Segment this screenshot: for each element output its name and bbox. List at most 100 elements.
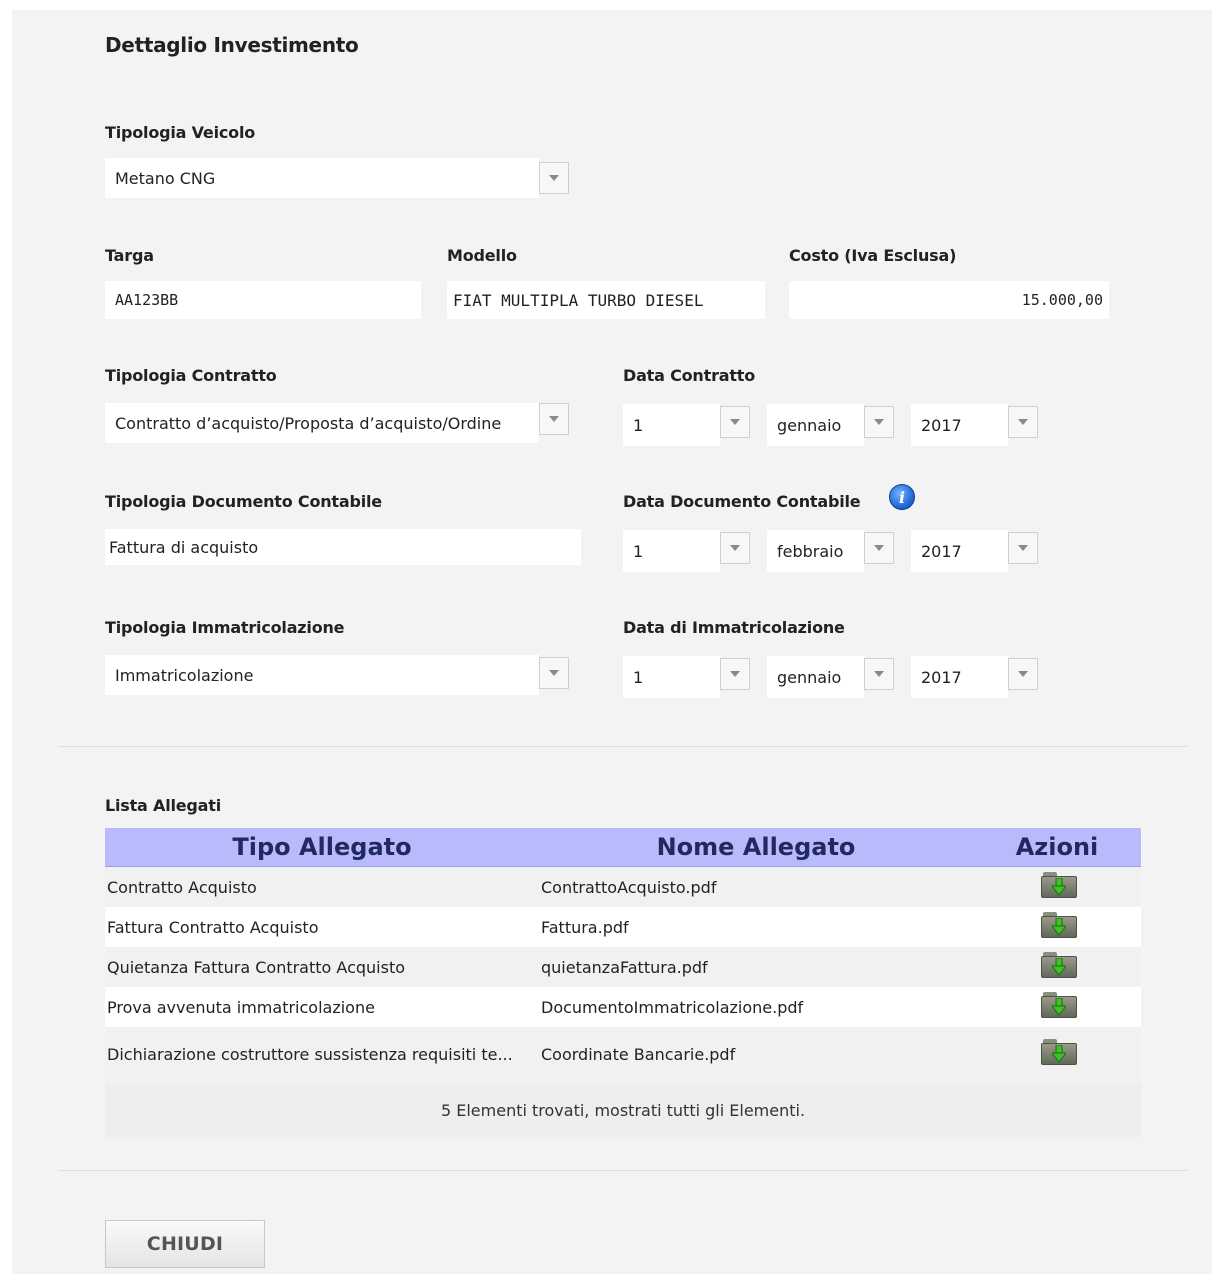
contract-type-dropdown-button[interactable] [539,403,569,435]
attachment-actions [973,1027,1141,1083]
contract-type-value: Contratto d’acquisto/Proposta d’acquisto… [115,413,502,433]
download-icon[interactable] [1041,912,1077,938]
attachments-count-note: 5 Elementi trovati, mostrati tutti gli E… [105,1083,1141,1137]
cost-value: 15.000,00 [1021,291,1103,309]
model-label: Modello [447,246,517,265]
contract-month-dropdown-button[interactable] [864,406,894,438]
cost-label: Costo (Iva Esclusa) [789,246,957,265]
attachment-actions [973,866,1141,907]
chevron-down-icon [730,545,740,551]
registration-month-dropdown-button[interactable] [864,658,894,690]
attachment-type: Dichiarazione costruttore sussistenza re… [105,1027,539,1083]
download-icon[interactable] [1041,992,1077,1018]
download-icon[interactable] [1041,872,1077,898]
attachment-type: Prova avvenuta immatricolazione [105,987,539,1027]
doc-type-value: Fattura di acquisto [109,537,259,557]
attachments-title: Lista Allegati [105,796,222,815]
chevron-down-icon [549,670,559,676]
attachment-actions [973,907,1141,947]
doc-date-label: Data Documento Contabile [623,492,861,511]
chevron-down-icon [874,419,884,425]
chevron-down-icon [1018,671,1028,677]
table-row: Quietanza Fattura Contratto Acquisto qui… [105,947,1141,987]
header-tipo-allegato[interactable]: Tipo Allegato [105,828,539,867]
contract-month-value: gennaio [777,415,842,435]
attachment-name: Fattura.pdf [539,907,973,947]
contract-year-value: 2017 [921,415,962,435]
attachment-name: DocumentoImmatricolazione.pdf [539,987,973,1027]
chevron-down-icon [730,671,740,677]
registration-day-value: 1 [633,667,644,687]
chevron-down-icon [874,545,884,551]
vehicle-type-select[interactable]: Metano CNG [105,158,539,198]
registration-year-dropdown-button[interactable] [1008,658,1038,690]
doc-year-value: 2017 [921,541,962,561]
registration-year-select[interactable]: 2017 [911,656,1008,698]
chevron-down-icon [549,416,559,422]
contract-date-label: Data Contratto [623,366,756,385]
section-divider [58,746,1188,747]
registration-year-value: 2017 [921,667,962,687]
doc-year-dropdown-button[interactable] [1008,532,1038,564]
download-icon[interactable] [1041,1038,1077,1065]
registration-day-dropdown-button[interactable] [720,658,750,690]
contract-year-dropdown-button[interactable] [1008,406,1038,438]
registration-date-label: Data di Immatricolazione [623,618,845,637]
attachment-type: Quietanza Fattura Contratto Acquisto [105,947,539,987]
model-value: FIAT MULTIPLA TURBO DIESEL [453,290,704,310]
doc-day-value: 1 [633,541,644,561]
page-title: Dettaglio Investimento [105,33,359,57]
doc-day-select[interactable]: 1 [623,530,720,572]
cost-field[interactable]: 15.000,00 [789,281,1109,319]
table-row: Prova avvenuta immatricolazione Document… [105,987,1141,1027]
table-row: Fattura Contratto Acquisto Fattura.pdf [105,907,1141,947]
plate-value: AA123BB [115,291,179,309]
contract-type-label: Tipologia Contratto [105,366,277,385]
vehicle-type-value: Metano CNG [115,168,216,188]
chevron-down-icon [549,175,559,181]
model-field[interactable]: FIAT MULTIPLA TURBO DIESEL [447,281,765,319]
contract-year-select[interactable]: 2017 [911,404,1008,446]
vehicle-type-dropdown-button[interactable] [539,162,569,194]
registration-day-select[interactable]: 1 [623,656,720,698]
doc-type-field[interactable]: Fattura di acquisto [105,529,581,565]
plate-field[interactable]: AA123BB [105,281,421,319]
attachment-type: Fattura Contratto Acquisto [105,907,539,947]
download-icon[interactable] [1041,952,1077,978]
registration-type-dropdown-button[interactable] [539,657,569,689]
registration-type-value: Immatricolazione [115,665,254,685]
doc-year-select[interactable]: 2017 [911,530,1008,572]
registration-type-label: Tipologia Immatricolazione [105,618,345,637]
section-divider [58,1170,1188,1171]
attachment-actions [973,987,1141,1027]
doc-month-select[interactable]: febbraio [767,530,864,572]
chevron-down-icon [874,671,884,677]
info-icon[interactable]: i [889,484,915,510]
contract-day-value: 1 [633,415,644,435]
table-row: Contratto Acquisto ContrattoAcquisto.pdf [105,866,1141,907]
attachment-actions [973,947,1141,987]
vehicle-type-label: Tipologia Veicolo [105,123,256,142]
registration-month-select[interactable]: gennaio [767,656,864,698]
header-nome-allegato[interactable]: Nome Allegato [539,828,973,867]
contract-month-select[interactable]: gennaio [767,404,864,446]
attachment-name: ContrattoAcquisto.pdf [539,866,973,907]
chevron-down-icon [730,419,740,425]
registration-month-value: gennaio [777,667,842,687]
contract-day-dropdown-button[interactable] [720,406,750,438]
doc-month-value: febbraio [777,541,844,561]
doc-month-dropdown-button[interactable] [864,532,894,564]
attachments-table: Tipo Allegato Nome Allegato Azioni Contr… [105,828,1141,1083]
contract-day-select[interactable]: 1 [623,404,720,446]
attachment-type: Contratto Acquisto [105,866,539,907]
doc-day-dropdown-button[interactable] [720,532,750,564]
chevron-down-icon [1018,545,1028,551]
close-button[interactable]: CHIUDI [105,1220,265,1268]
attachments-header-row: Tipo Allegato Nome Allegato Azioni [105,828,1141,867]
contract-type-select[interactable]: Contratto d’acquisto/Proposta d’acquisto… [105,403,539,443]
header-azioni: Azioni [973,828,1141,867]
attachment-name: quietanzaFattura.pdf [539,947,973,987]
registration-type-select[interactable]: Immatricolazione [105,655,539,695]
table-row: Dichiarazione costruttore sussistenza re… [105,1027,1141,1083]
plate-label: Targa [105,246,154,265]
